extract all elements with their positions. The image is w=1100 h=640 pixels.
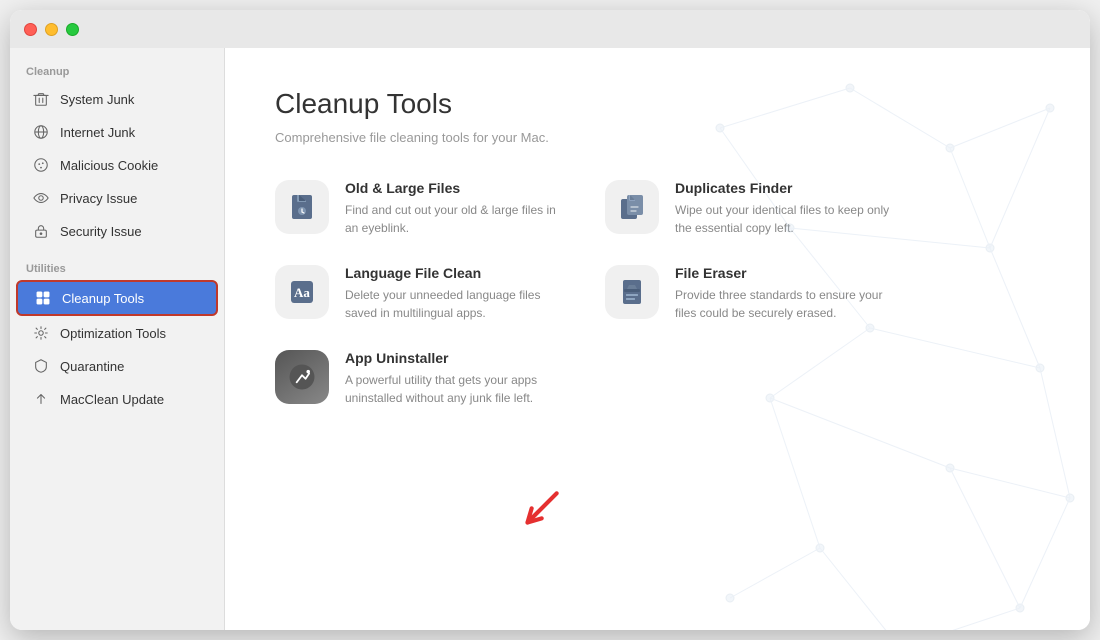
old-large-files-icon bbox=[286, 191, 318, 223]
close-button[interactable] bbox=[24, 23, 37, 36]
sidebar-item-malicious-cookie[interactable]: Malicious Cookie bbox=[16, 149, 218, 181]
tools-grid: Old & Large Files Find and cut out your … bbox=[275, 180, 895, 407]
sidebar-item-optimization-tools-label: Optimization Tools bbox=[60, 326, 166, 341]
sidebar-item-quarantine-label: Quarantine bbox=[60, 359, 124, 374]
lock-icon bbox=[32, 222, 50, 240]
cookie-icon bbox=[32, 156, 50, 174]
utilities-section-label: Utilities bbox=[10, 255, 224, 279]
language-file-clean-icon-box: Aa bbox=[275, 265, 329, 319]
sidebar-item-system-junk[interactable]: System Junk bbox=[16, 83, 218, 115]
language-file-clean-info: Language File Clean Delete your unneeded… bbox=[345, 265, 565, 322]
file-eraser-icon bbox=[616, 276, 648, 308]
sidebar-item-quarantine[interactable]: Quarantine bbox=[16, 350, 218, 382]
eye-icon bbox=[32, 189, 50, 207]
page-subtitle: Comprehensive file cleaning tools for yo… bbox=[275, 130, 1040, 145]
duplicates-finder-desc: Wipe out your identical files to keep on… bbox=[675, 201, 895, 237]
duplicates-finder-name: Duplicates Finder bbox=[675, 180, 895, 196]
cleanup-section-label: Cleanup bbox=[10, 58, 224, 82]
titlebar bbox=[10, 10, 1090, 48]
sidebar-item-system-junk-label: System Junk bbox=[60, 92, 134, 107]
file-eraser-name: File Eraser bbox=[675, 265, 895, 281]
language-file-clean-name: Language File Clean bbox=[345, 265, 565, 281]
sidebar-item-privacy-issue-label: Privacy Issue bbox=[60, 191, 137, 206]
sidebar: Cleanup System Junk bbox=[10, 48, 225, 630]
sidebar-item-security-issue[interactable]: Security Issue bbox=[16, 215, 218, 247]
file-eraser-desc: Provide three standards to ensure your f… bbox=[675, 286, 895, 322]
app-uninstaller-name: App Uninstaller bbox=[345, 350, 565, 366]
arrow-indicator bbox=[515, 485, 565, 540]
tool-language-file-clean[interactable]: Aa Language File Clean Delete your unnee… bbox=[275, 265, 565, 322]
app-uninstaller-info: App Uninstaller A powerful utility that … bbox=[345, 350, 565, 407]
red-arrow-icon bbox=[515, 485, 565, 535]
old-large-files-desc: Find and cut out your old & large files … bbox=[345, 201, 565, 237]
file-eraser-info: File Eraser Provide three standards to e… bbox=[675, 265, 895, 322]
old-large-files-icon-box bbox=[275, 180, 329, 234]
maximize-button[interactable] bbox=[66, 23, 79, 36]
sidebar-item-privacy-issue[interactable]: Privacy Issue bbox=[16, 182, 218, 214]
trash-icon bbox=[32, 90, 50, 108]
app-uninstaller-desc: A powerful utility that gets your apps u… bbox=[345, 371, 565, 407]
page-title: Cleanup Tools bbox=[275, 88, 1040, 120]
sidebar-item-internet-junk-label: Internet Junk bbox=[60, 125, 135, 140]
duplicates-finder-icon bbox=[616, 191, 648, 223]
language-file-clean-icon: Aa bbox=[286, 276, 318, 308]
language-file-clean-desc: Delete your unneeded language files save… bbox=[345, 286, 565, 322]
update-icon bbox=[32, 390, 50, 408]
gear-icon bbox=[32, 324, 50, 342]
sidebar-item-cleanup-tools-label: Cleanup Tools bbox=[62, 291, 144, 306]
shield-icon bbox=[32, 357, 50, 375]
tool-old-large-files[interactable]: Old & Large Files Find and cut out your … bbox=[275, 180, 565, 237]
main-content: Cleanup Tools Comprehensive file cleanin… bbox=[225, 48, 1090, 630]
grid-icon bbox=[34, 289, 52, 307]
old-large-files-name: Old & Large Files bbox=[345, 180, 565, 196]
app-uninstaller-icon-box bbox=[275, 350, 329, 404]
sidebar-item-macclean-update-label: MacClean Update bbox=[60, 392, 164, 407]
globe-icon bbox=[32, 123, 50, 141]
app-window: Cleanup System Junk bbox=[10, 10, 1090, 630]
sidebar-item-internet-junk[interactable]: Internet Junk bbox=[16, 116, 218, 148]
svg-text:Aa: Aa bbox=[294, 285, 310, 300]
minimize-button[interactable] bbox=[45, 23, 58, 36]
sidebar-item-optimization-tools[interactable]: Optimization Tools bbox=[16, 317, 218, 349]
content-area: Cleanup System Junk bbox=[10, 48, 1090, 630]
tool-app-uninstaller[interactable]: App Uninstaller A powerful utility that … bbox=[275, 350, 565, 407]
sidebar-item-security-issue-label: Security Issue bbox=[60, 224, 142, 239]
tool-file-eraser[interactable]: File Eraser Provide three standards to e… bbox=[605, 265, 895, 322]
sidebar-item-malicious-cookie-label: Malicious Cookie bbox=[60, 158, 158, 173]
app-uninstaller-icon bbox=[286, 361, 318, 393]
file-eraser-icon-box bbox=[605, 265, 659, 319]
duplicates-finder-info: Duplicates Finder Wipe out your identica… bbox=[675, 180, 895, 237]
sidebar-item-cleanup-tools[interactable]: Cleanup Tools bbox=[16, 280, 218, 316]
duplicates-finder-icon-box bbox=[605, 180, 659, 234]
tool-duplicates-finder[interactable]: Duplicates Finder Wipe out your identica… bbox=[605, 180, 895, 237]
old-large-files-info: Old & Large Files Find and cut out your … bbox=[345, 180, 565, 237]
sidebar-item-macclean-update[interactable]: MacClean Update bbox=[16, 383, 218, 415]
